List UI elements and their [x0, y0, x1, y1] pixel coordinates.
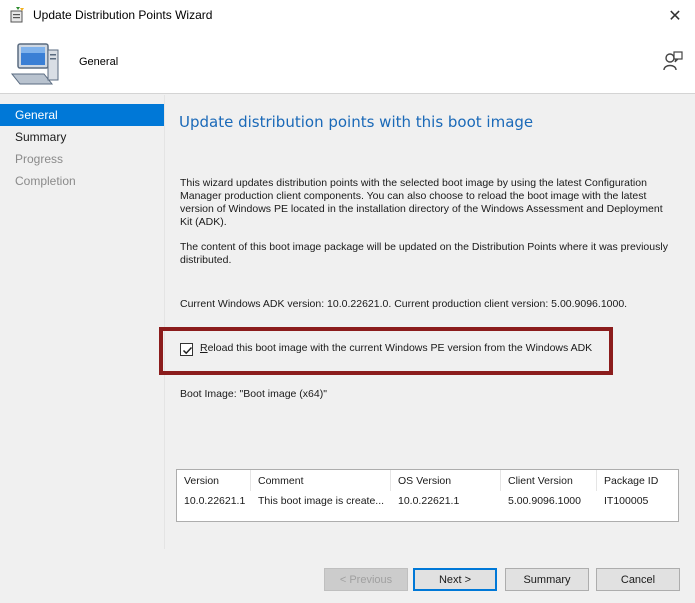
previous-button: < Previous — [324, 568, 408, 591]
cell-client-version: 5.00.9096.1000 — [508, 495, 581, 507]
wizard-steps-nav: General Summary Progress Completion — [0, 104, 164, 603]
checkbox-label-text: eload this boot image with the current W… — [207, 342, 593, 354]
close-button[interactable]: ✕ — [655, 0, 695, 31]
column-header-client-version[interactable]: Client Version — [501, 470, 597, 491]
header-title: General — [79, 56, 119, 68]
boot-image-label: Boot Image: "Boot image (x64)" — [180, 388, 327, 400]
nav-item-general[interactable]: General — [0, 104, 164, 126]
computer-icon — [10, 43, 59, 85]
page-title: Update distribution points with this boo… — [179, 113, 534, 131]
wizard-app-icon — [10, 7, 24, 23]
window-title: Update Distribution Points Wizard — [33, 8, 213, 22]
column-header-os-version[interactable]: OS Version — [391, 470, 501, 491]
reload-checkbox[interactable] — [180, 343, 193, 356]
intro-paragraph: This wizard updates distribution points … — [180, 177, 663, 228]
wizard-header: General — [0, 31, 695, 94]
column-header-comment[interactable]: Comment — [251, 470, 391, 491]
table-header: Version Comment OS Version Client Versio… — [177, 470, 678, 491]
button-bar: < Previous Next > Summary Cancel — [0, 549, 695, 603]
cancel-button[interactable]: Cancel — [596, 568, 680, 591]
table-row[interactable]: 10.0.22621.1 This boot image is create..… — [177, 491, 678, 512]
nav-item-summary[interactable]: Summary — [0, 126, 164, 148]
content-paragraph: The content of this boot image package w… — [180, 241, 668, 266]
nav-item-progress: Progress — [15, 152, 64, 166]
checkbox-accelerator: R — [200, 342, 208, 354]
cell-comment: This boot image is create... — [258, 495, 385, 507]
cell-os-version: 10.0.22621.1 — [398, 495, 460, 507]
check-icon — [182, 346, 193, 355]
reload-checkbox-label[interactable]: Reload this boot image with the current … — [200, 342, 592, 354]
summary-button[interactable]: Summary — [505, 568, 589, 591]
close-icon: ✕ — [668, 7, 682, 25]
next-button[interactable]: Next > — [413, 568, 497, 591]
help-person-icon[interactable] — [662, 50, 684, 72]
cell-package-id: IT100005 — [604, 495, 649, 507]
column-header-package-id[interactable]: Package ID — [597, 470, 678, 491]
title-bar: Update Distribution Points Wizard ✕ — [0, 0, 695, 31]
boot-image-table[interactable]: Version Comment OS Version Client Versio… — [176, 469, 679, 522]
nav-item-completion: Completion — [15, 174, 76, 188]
cell-version: 10.0.22621.1 — [184, 495, 246, 507]
version-info: Current Windows ADK version: 10.0.22621.… — [180, 298, 628, 310]
column-header-version[interactable]: Version — [177, 470, 251, 491]
